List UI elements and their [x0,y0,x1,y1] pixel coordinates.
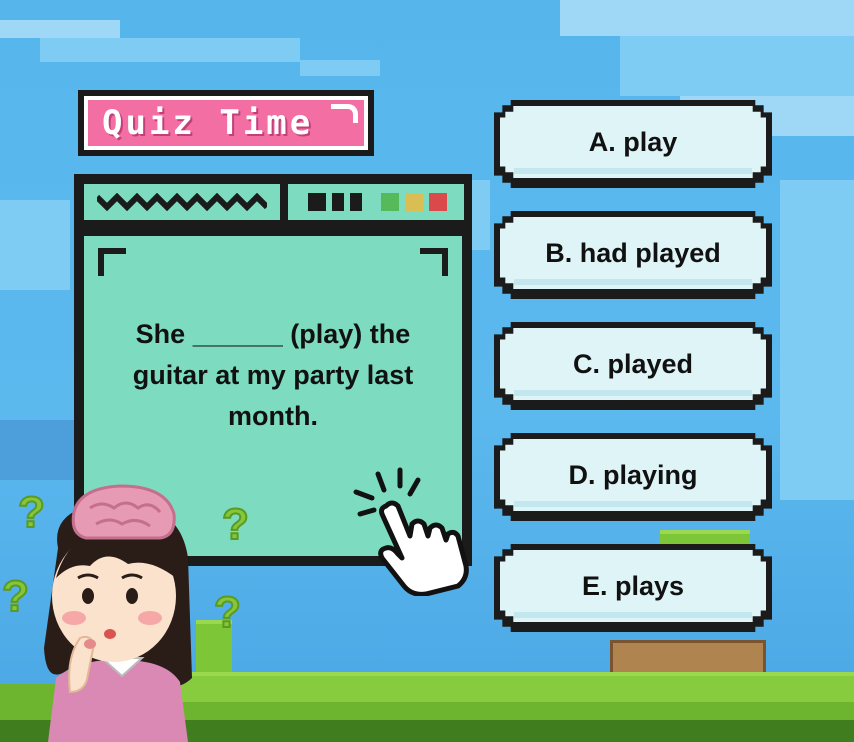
window-controls [364,184,464,220]
title-text: Quiz Time [102,103,314,143]
block-icon [308,193,326,211]
option-label: B. had played [545,237,721,268]
cloud [0,200,70,290]
yellow-control-button[interactable] [405,193,423,211]
swoosh-decoration [331,104,358,123]
option-a-button[interactable]: A. play [494,100,772,188]
block-icon [332,193,344,211]
zigzag-pattern-icon [97,193,267,211]
thinking-girl-character [44,484,192,742]
cloud [620,36,854,96]
green-control-button[interactable] [381,193,399,211]
title-bar-pattern [84,184,280,220]
option-d-button[interactable]: D. playing [494,433,772,521]
title-badge: Quiz Time [78,90,374,156]
option-e-button[interactable]: E. plays [494,544,772,632]
corner-bracket-icon [420,248,448,276]
question-text: She ______ (play) the guitar at my party… [132,319,414,431]
option-label: C. played [572,348,694,379]
red-control-button[interactable] [429,193,447,211]
cloud [0,420,74,480]
window-title-bar [74,174,472,230]
grass-edge [180,672,854,702]
block-icon [350,193,362,211]
cloud [0,20,120,38]
option-c-button[interactable]: C. played [494,322,772,410]
option-label: A. play [588,126,678,157]
corner-bracket-icon [98,248,126,276]
cloud [560,0,854,36]
option-label: D. playing [568,459,698,490]
option-label: E. plays [581,570,685,601]
quiz-scene: Quiz Time She ______ (play) the guitar a… [0,0,854,742]
pointing-hand-cursor-icon [353,467,469,596]
option-b-button[interactable]: B. had played [494,211,772,299]
cloud [780,180,854,500]
cloud [40,38,300,62]
cloud [300,60,380,76]
